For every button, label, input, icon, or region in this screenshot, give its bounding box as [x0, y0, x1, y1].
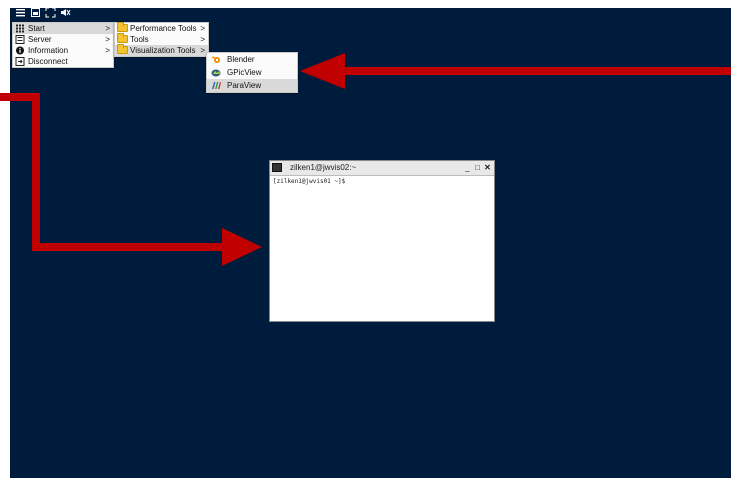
- fullscreen-icon[interactable]: [45, 7, 56, 18]
- menu-item-tools[interactable]: Tools >: [115, 33, 208, 45]
- arrow-shaft: [32, 243, 228, 251]
- server-icon: [15, 35, 25, 44]
- menu-item-disconnect[interactable]: Disconnect: [13, 56, 113, 67]
- grid-icon: [15, 24, 25, 33]
- minimize-button[interactable]: _: [463, 162, 472, 173]
- hamburger-menu-icon[interactable]: [15, 7, 26, 18]
- top-toolbar: [12, 5, 85, 20]
- chevron-right-icon: >: [105, 35, 110, 44]
- window-title: zilken1@jwvis02:~: [290, 163, 357, 172]
- menu-item-label: Disconnect: [28, 57, 68, 66]
- chevron-right-icon: >: [200, 24, 205, 33]
- visualization-submenu: Blender GPicView ParaView: [206, 52, 298, 93]
- chevron-right-icon: >: [200, 35, 205, 44]
- chevron-right-icon: >: [200, 46, 205, 55]
- chevron-right-icon: >: [105, 24, 110, 33]
- gpicview-icon: [211, 68, 221, 77]
- maximize-button[interactable]: □: [473, 162, 482, 173]
- menu-item-label: Server: [28, 35, 52, 44]
- menu-item-paraview[interactable]: ParaView: [207, 79, 297, 92]
- blender-icon: [211, 55, 221, 64]
- info-icon: [15, 46, 25, 55]
- menu-item-gpicview[interactable]: GPicView: [207, 66, 297, 79]
- start-submenu: Performance Tools > Tools > Visualizatio…: [114, 22, 209, 57]
- folder-icon: [117, 22, 128, 32]
- menu-item-label: ParaView: [227, 81, 262, 90]
- menu-item-label: GPicView: [227, 68, 262, 77]
- main-menu: Start > Server > Information > Disconnec…: [12, 22, 114, 68]
- window-icon[interactable]: [30, 7, 41, 18]
- arrow-shaft: [340, 67, 731, 75]
- paraview-icon: [211, 81, 221, 90]
- menu-item-information[interactable]: Information >: [13, 45, 113, 56]
- disconnect-icon: [15, 57, 25, 66]
- menu-item-label: Information: [28, 46, 69, 55]
- menu-item-visualization-tools[interactable]: Visualization Tools >: [115, 44, 208, 56]
- terminal-output[interactable]: [zilken1@jwvis01 ~]$: [270, 176, 494, 187]
- terminal-window[interactable]: zilken1@jwvis02:~ _ □ ✕ [zilken1@jwvis01…: [269, 160, 495, 322]
- close-button[interactable]: ✕: [483, 162, 492, 173]
- arrow-head: [300, 53, 345, 89]
- menu-item-blender[interactable]: Blender: [207, 53, 297, 66]
- terminal-prompt: [zilken1@jwvis01 ~]$: [273, 178, 346, 185]
- menu-item-label: Performance Tools: [130, 24, 197, 33]
- chevron-right-icon: >: [105, 46, 110, 55]
- mute-icon[interactable]: [60, 7, 71, 18]
- menu-item-label: Visualization Tools: [130, 46, 196, 55]
- folder-icon: [117, 33, 128, 43]
- menu-item-server[interactable]: Server >: [13, 34, 113, 45]
- terminal-icon: [272, 163, 282, 172]
- menu-item-label: Tools: [130, 35, 149, 44]
- menu-item-performance-tools[interactable]: Performance Tools >: [115, 22, 208, 34]
- menu-item-start[interactable]: Start >: [13, 23, 113, 34]
- terminal-titlebar[interactable]: zilken1@jwvis02:~ _ □ ✕: [270, 161, 494, 176]
- arrow-head: [222, 228, 262, 266]
- menu-item-label: Blender: [227, 55, 255, 64]
- arrow-shaft: [32, 93, 40, 251]
- folder-icon: [117, 44, 128, 54]
- menu-item-label: Start: [28, 24, 45, 33]
